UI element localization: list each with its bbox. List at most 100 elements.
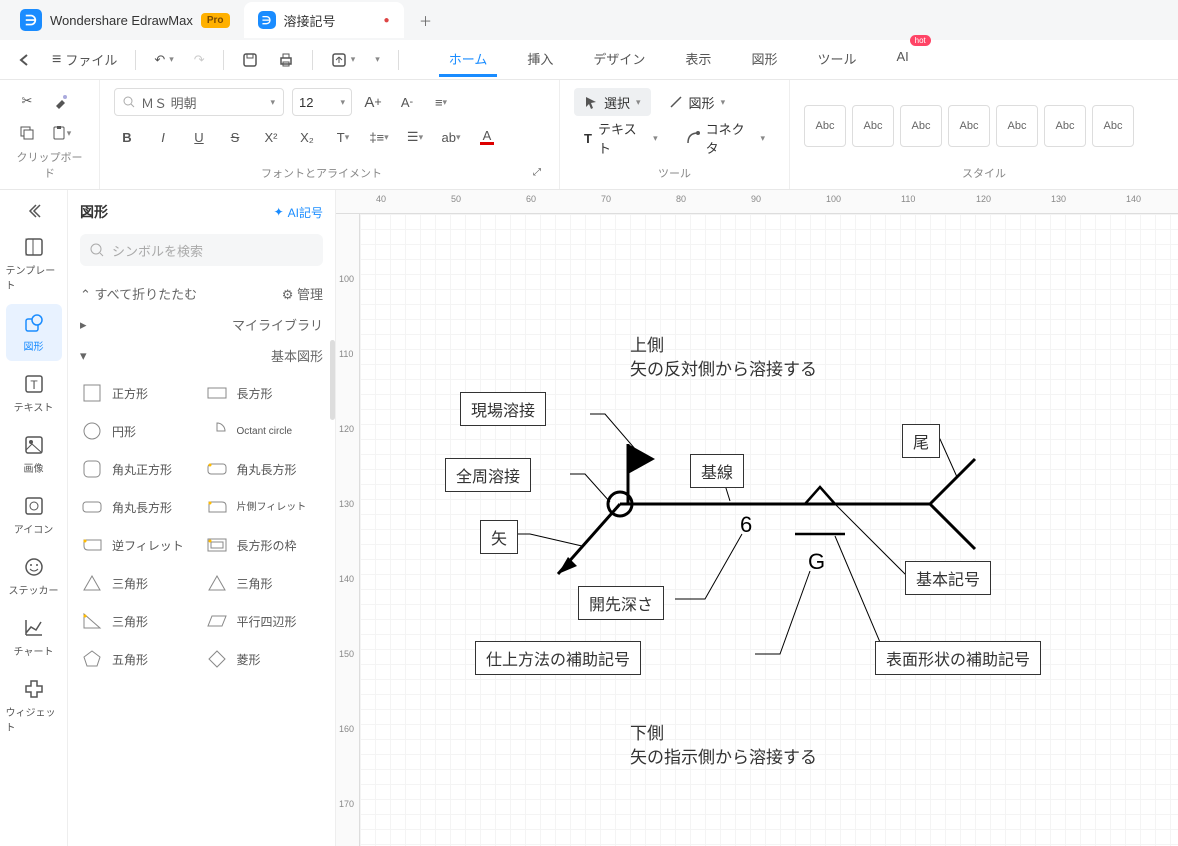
shape-square[interactable]: 正方形: [80, 377, 199, 409]
document-tab[interactable]: ∋ 溶接記号 ●: [244, 2, 404, 38]
tab-modified-dot-icon: ●: [384, 15, 390, 26]
font-size-select[interactable]: 12▾: [292, 88, 352, 116]
tab-shape[interactable]: 図形: [741, 43, 787, 77]
underline-button[interactable]: U: [186, 124, 212, 150]
scrollbar[interactable]: [330, 340, 335, 420]
connector-tool[interactable]: コネクタ▾: [676, 124, 775, 152]
text-effects-button[interactable]: T▾: [330, 124, 356, 150]
shape-inv-fillet[interactable]: 逆フィレット: [80, 529, 199, 561]
file-menu[interactable]: ≡ファイル: [44, 46, 125, 73]
style-preset[interactable]: Abc: [948, 105, 990, 147]
rail-image[interactable]: 画像: [6, 426, 62, 483]
subscript-button[interactable]: X₂: [294, 124, 320, 150]
rail-widget[interactable]: ウィジェット: [6, 670, 62, 742]
font-family-value: ＭＳ 明朝: [141, 93, 197, 112]
rail-chart-label: チャート: [14, 643, 54, 658]
font-color-button[interactable]: A: [474, 124, 500, 150]
strikethrough-button[interactable]: S: [222, 124, 248, 150]
pro-badge: Pro: [201, 13, 230, 28]
tab-ai[interactable]: AIhot: [886, 43, 918, 77]
align-button[interactable]: ≡▾: [428, 89, 454, 115]
text-tool[interactable]: Tテキスト▾: [574, 124, 668, 152]
italic-button[interactable]: I: [150, 124, 176, 150]
shape-rectangle[interactable]: 長方形: [205, 377, 324, 409]
style-preset[interactable]: Abc: [1092, 105, 1134, 147]
shape-rounded-square[interactable]: 角丸正方形: [80, 453, 199, 485]
font-increase-button[interactable]: A+: [360, 89, 386, 115]
copy-button[interactable]: [14, 120, 40, 146]
line-spacing-button[interactable]: ‡≡▾: [366, 124, 392, 150]
ai-symbols-link[interactable]: ✦ AI記号: [274, 204, 323, 221]
superscript-button[interactable]: X²: [258, 124, 284, 150]
shape-fillet[interactable]: 片側フィレット: [205, 491, 324, 523]
redo-button[interactable]: ↷: [186, 48, 213, 72]
canvas[interactable]: 上側矢の反対側から溶接する 下側矢の指示側から溶接する: [360, 214, 1178, 846]
case-button[interactable]: ab▾: [438, 124, 464, 150]
tab-home[interactable]: ホーム: [439, 43, 498, 77]
collapse-all-label: すべて折りたたむ: [95, 287, 198, 302]
save-button[interactable]: [234, 48, 266, 72]
print-button[interactable]: [270, 48, 302, 72]
shape-rhombus[interactable]: 菱形: [205, 643, 324, 675]
more-button[interactable]: ▾: [367, 50, 388, 69]
shape-circle[interactable]: 円形: [80, 415, 199, 447]
style-preset[interactable]: Abc: [804, 105, 846, 147]
format-painter-button[interactable]: [48, 88, 74, 114]
shape-triangle3[interactable]: 三角形: [80, 605, 199, 637]
collapse-all-button[interactable]: ⌃ すべて折りたたむ: [80, 284, 197, 303]
style-preset[interactable]: Abc: [900, 105, 942, 147]
app-tab[interactable]: ∋ Wondershare EdrawMax Pro: [6, 2, 244, 38]
svg-text:T: T: [30, 378, 38, 392]
export-button[interactable]: ▾: [323, 48, 364, 72]
search-placeholder: シンボルを検索: [112, 241, 203, 260]
undo-button[interactable]: ↶▾: [146, 48, 181, 72]
shape-rounded-rect[interactable]: 角丸長方形: [205, 453, 324, 485]
label-field-weld: 現場溶接: [460, 392, 546, 426]
title-bar: ∋ Wondershare EdrawMax Pro ∋ 溶接記号 ● ＋: [0, 0, 1178, 40]
rail-shape[interactable]: 図形: [6, 304, 62, 361]
rail-collapse[interactable]: [6, 198, 62, 224]
font-dialog-button[interactable]: ⤢: [529, 164, 545, 180]
tab-view[interactable]: 表示: [675, 43, 721, 77]
manage-label: 管理: [297, 287, 323, 302]
style-preset[interactable]: Abc: [1044, 105, 1086, 147]
style-preset[interactable]: Abc: [852, 105, 894, 147]
back-button[interactable]: [10, 49, 40, 71]
shape-triangle2[interactable]: 三角形: [205, 567, 324, 599]
shape-parallelogram[interactable]: 平行四辺形: [205, 605, 324, 637]
rail-text[interactable]: Tテキスト: [6, 365, 62, 422]
ruler-vertical: 100 110 120 130 140 150 160 170: [336, 214, 360, 846]
shape-octant[interactable]: Octant circle: [205, 415, 324, 447]
tab-tool[interactable]: ツール: [807, 43, 866, 77]
tab-design[interactable]: デザイン: [583, 43, 655, 77]
symbol-search-input[interactable]: シンボルを検索: [80, 234, 323, 266]
shape-tool[interactable]: 図形▾: [659, 88, 736, 116]
font-family-select[interactable]: ＭＳ 明朝 ▾: [114, 88, 284, 116]
ruler-horizontal: 40 50 60 70 80 90 100 110 120 130 140: [336, 190, 1178, 214]
rail-chart[interactable]: チャート: [6, 609, 62, 666]
shape-triangle1[interactable]: 三角形: [80, 567, 199, 599]
paste-button[interactable]: ▾: [48, 120, 74, 146]
rail-sticker[interactable]: ステッカー: [6, 548, 62, 605]
rail-template[interactable]: テンプレート: [6, 228, 62, 300]
manage-button[interactable]: ⚙ 管理: [282, 284, 323, 303]
label-arrow: 矢: [480, 520, 518, 554]
list-button[interactable]: ☰▾: [402, 124, 428, 150]
rail-icon[interactable]: アイコン: [6, 487, 62, 544]
basic-shapes-section[interactable]: ▾ 基本図形: [80, 340, 323, 371]
ribbon-tools: 選択▾ 図形▾ Tテキスト▾ コネクタ▾ ツール: [560, 80, 790, 189]
app-name: Wondershare EdrawMax: [50, 13, 193, 28]
shape-frame[interactable]: 長方形の枠: [205, 529, 324, 561]
cut-button[interactable]: ✂: [14, 88, 40, 114]
font-decrease-button[interactable]: A-: [394, 89, 420, 115]
bold-button[interactable]: B: [114, 124, 140, 150]
tab-insert[interactable]: 挿入: [517, 43, 563, 77]
panel-title: 図形: [80, 202, 108, 222]
select-tool[interactable]: 選択▾: [574, 88, 651, 116]
style-preset[interactable]: Abc: [996, 105, 1038, 147]
nav-tabs: ホーム 挿入 デザイン 表示 図形 ツール AIhot: [439, 43, 919, 77]
shape-rounded-rect2[interactable]: 角丸長方形: [80, 491, 199, 523]
add-tab-button[interactable]: ＋: [412, 6, 440, 34]
shape-pentagon[interactable]: 五角形: [80, 643, 199, 675]
my-library-section[interactable]: ▸ マイライブラリ: [80, 309, 323, 340]
